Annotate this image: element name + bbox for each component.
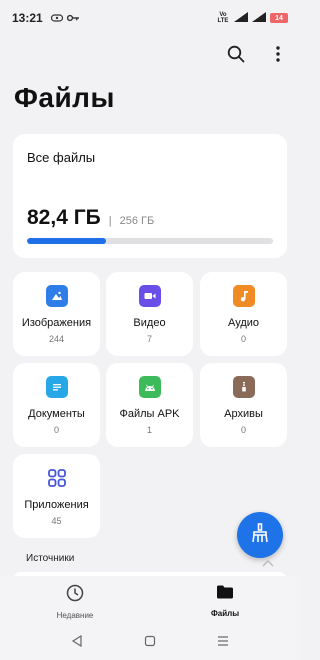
nav-recent[interactable]: Недавние [0,576,150,626]
storage-progress-bar [27,238,273,244]
broom-icon [249,522,271,549]
category-count: 7 [146,334,152,344]
category-label: Архивы [224,408,263,420]
category-audio[interactable]: Аудио 0 [200,272,287,356]
category-label: Изображения [21,317,92,329]
category-count: 0 [240,425,246,435]
storage-separator: | [108,215,112,227]
status-bar: 13:21 Vo LTE 14 [0,0,300,36]
category-count: 244 [48,334,65,344]
category-apk[interactable]: Файлы APK 1 [106,363,193,447]
category-documents[interactable]: Документы 0 [13,363,100,447]
back-icon[interactable] [71,634,83,652]
system-nav-bar [0,626,300,660]
storage-progress-fill [27,238,106,244]
bottom-nav: Недавние Файлы [0,576,300,626]
storage-total: 256 ГБ [119,215,155,227]
category-label: Приложения [24,499,89,511]
chevron-up-icon[interactable] [262,554,274,572]
music-note-icon [232,285,255,307]
nav-recent-label: Недавние [56,611,94,620]
apps-grid-icon [46,467,68,489]
home-icon[interactable] [144,634,156,652]
signal-icon [234,11,248,25]
category-label: Файлы APK [119,408,180,420]
document-icon [45,376,68,398]
category-label: Аудио [227,317,260,329]
nav-files[interactable]: Файлы [150,576,300,626]
top-actions [224,42,290,66]
menu-icon[interactable] [217,634,229,652]
folder-icon [216,584,234,605]
signal-icon-2 [252,11,266,25]
key-icon [66,11,79,25]
category-video[interactable]: Видео 7 [106,272,193,356]
more-options-icon[interactable] [266,42,290,66]
category-apps[interactable]: Приложения 45 [13,454,100,538]
category-archives[interactable]: Архивы 0 [200,363,287,447]
android-icon [138,376,161,398]
category-count: 0 [240,334,246,344]
category-count: 0 [53,425,59,435]
clock-icon [66,584,84,607]
clean-button[interactable] [237,512,283,558]
sources-label: Источники [26,553,75,564]
page-title: Файлы [14,82,115,113]
nav-files-label: Файлы [210,609,240,618]
volte-indicator: Vo LTE [217,12,229,24]
battery-icon: 14 [270,13,288,23]
image-icon [45,285,68,307]
infinity-icon [50,11,63,25]
archive-icon [232,376,255,398]
status-time: 13:21 [12,11,43,25]
all-files-card[interactable]: Все файлы 82,4 ГБ | 256 ГБ [13,134,287,258]
category-label: Видео [133,317,166,329]
category-label: Документы [28,408,85,420]
all-files-title: Все файлы [27,150,96,165]
category-images[interactable]: Изображения 244 [13,272,100,356]
category-count: 1 [146,425,152,435]
storage-used: 82,4 ГБ [27,206,101,229]
category-count: 45 [51,516,62,526]
search-icon[interactable] [224,42,248,66]
video-icon [138,285,161,307]
